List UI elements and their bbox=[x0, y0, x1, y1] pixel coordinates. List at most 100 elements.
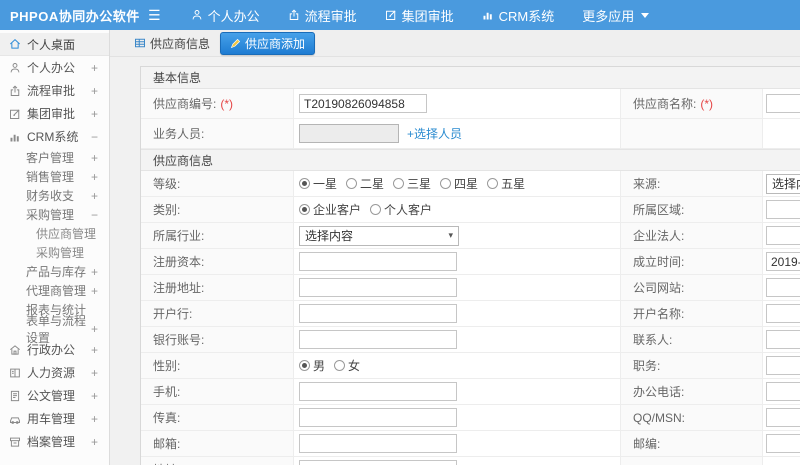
expand-icon[interactable]: + bbox=[91, 189, 109, 203]
field-label-text: 办公电话: bbox=[633, 385, 685, 399]
expand-icon[interactable]: + bbox=[91, 170, 109, 184]
sidebar-item-supplier-mgmt[interactable]: 供应商管理 bbox=[0, 224, 109, 243]
field-label-text: 企业法人: bbox=[633, 229, 685, 243]
field-supplier-code-input[interactable] bbox=[299, 94, 427, 113]
radio-level-option-2[interactable]: 三星 bbox=[393, 175, 431, 192]
field-company-website-input[interactable] bbox=[766, 278, 800, 297]
field-office-phone-input[interactable] bbox=[766, 382, 800, 401]
nav-item-more-apps[interactable]: 更多应用 bbox=[568, 0, 663, 30]
field-label-text: 公司网站: bbox=[633, 281, 685, 295]
sidebar-item-finance-io[interactable]: 财务收支 + bbox=[0, 186, 109, 205]
field-qq-msn-input[interactable] bbox=[766, 408, 800, 427]
radio-level-option-4[interactable]: 五星 bbox=[487, 175, 525, 192]
field-legal-person-label: 企业法人: bbox=[621, 223, 763, 248]
field-position-input[interactable] bbox=[766, 356, 800, 375]
sidebar-item-group-approval[interactable]: 集团审批 + bbox=[0, 102, 109, 125]
radio-category-option-0[interactable]: 企业客户 bbox=[299, 201, 361, 218]
edit-icon bbox=[385, 9, 397, 21]
field-value-cell bbox=[294, 275, 621, 300]
field-gender-label: 性别: bbox=[141, 353, 294, 378]
form-row: 供应商编号:(*)供应商名称:(*) bbox=[141, 89, 800, 119]
radio-level-option-0[interactable]: 一星 bbox=[299, 175, 337, 192]
home-icon bbox=[9, 38, 21, 50]
field-industry-select[interactable]: 选择内容 ▾ bbox=[299, 225, 459, 246]
collapse-icon[interactable]: − bbox=[91, 130, 109, 144]
radio-gender-option-0[interactable]: 男 bbox=[299, 357, 325, 374]
tab-supplier-add[interactable]: 供应商添加 bbox=[220, 31, 316, 55]
field-value-cell bbox=[763, 249, 800, 274]
expand-icon[interactable]: + bbox=[91, 84, 109, 98]
field-supplier-name-input[interactable] bbox=[766, 94, 800, 113]
radio-selected-icon bbox=[299, 178, 310, 189]
expand-icon[interactable]: + bbox=[91, 284, 109, 298]
radio-group-category: 企业客户 个人客户 bbox=[299, 201, 432, 218]
sidebar-item-admin-office[interactable]: 行政办公 + bbox=[0, 338, 109, 361]
field-region-input[interactable] bbox=[766, 200, 800, 219]
expand-icon[interactable]: + bbox=[91, 151, 109, 165]
field-bank-account-input[interactable] bbox=[299, 330, 457, 349]
field-value-cell bbox=[763, 119, 800, 148]
sidebar-item-workflow-approval[interactable]: 流程审批 + bbox=[0, 79, 109, 102]
radio-level-option-3[interactable]: 四星 bbox=[440, 175, 478, 192]
radio-category-option-1[interactable]: 个人客户 bbox=[370, 201, 432, 218]
nav-item-crm-system[interactable]: CRM系统 bbox=[468, 0, 569, 30]
sidebar-item-sales-mgmt[interactable]: 销售管理 + bbox=[0, 167, 109, 186]
sidebar-item-purchase-mgmt[interactable]: 采购管理 − bbox=[0, 205, 109, 224]
field-registered-capital-input[interactable] bbox=[299, 252, 457, 271]
field-empty-label bbox=[621, 457, 763, 465]
field-legal-person-input[interactable] bbox=[766, 226, 800, 245]
expand-icon[interactable]: + bbox=[91, 343, 109, 357]
sidebar-item-crm-system[interactable]: CRM系统 − bbox=[0, 125, 109, 148]
field-zip-code-input[interactable] bbox=[766, 434, 800, 453]
sidebar-item-document-mgmt[interactable]: 公文管理 + bbox=[0, 384, 109, 407]
flow-icon bbox=[288, 9, 300, 21]
field-address-input[interactable] bbox=[299, 460, 457, 465]
sidebar-item-personal-desktop[interactable]: 个人桌面 bbox=[0, 33, 109, 56]
flow-icon bbox=[9, 85, 21, 97]
hamburger-menu-icon[interactable]: ☰ bbox=[148, 0, 161, 30]
form-row: 业务人员: +选择人员 bbox=[141, 119, 800, 149]
sidebar-item-form-flow-settings[interactable]: 表单与流程设置 + bbox=[0, 314, 109, 345]
nav-label: 个人办公 bbox=[207, 8, 260, 24]
field-business-staff-input[interactable] bbox=[299, 124, 399, 143]
nav-item-personal-office[interactable]: 个人办公 bbox=[177, 0, 274, 30]
field-registered-address-input[interactable] bbox=[299, 278, 457, 297]
sidebar-item-personal-office[interactable]: 个人办公 + bbox=[0, 56, 109, 79]
sidebar-item-hr[interactable]: 人力资源 + bbox=[0, 361, 109, 384]
nav-item-group-approval[interactable]: 集团审批 bbox=[371, 0, 468, 30]
edit-icon bbox=[9, 108, 21, 120]
expand-icon[interactable]: + bbox=[91, 322, 109, 336]
radio-label: 男 bbox=[313, 359, 326, 373]
field-founded-date-input[interactable] bbox=[766, 252, 800, 271]
field-contact-person-input[interactable] bbox=[766, 330, 800, 349]
sidebar-item-purchase-mgmt-sub[interactable]: 采购管理 bbox=[0, 243, 109, 262]
radio-gender-option-1[interactable]: 女 bbox=[334, 357, 360, 374]
business-staff-picker-link[interactable]: +选择人员 bbox=[407, 125, 462, 142]
sidebar-item-customer-mgmt[interactable]: 客户管理 + bbox=[0, 148, 109, 167]
field-zip-code-label: 邮编: bbox=[621, 431, 763, 456]
expand-icon[interactable]: + bbox=[91, 107, 109, 121]
sidebar-item-vehicle-mgmt[interactable]: 用车管理 + bbox=[0, 407, 109, 430]
sidebar-item-label: 集团审批 bbox=[27, 107, 76, 121]
sidebar-item-archive-mgmt[interactable]: 档案管理 + bbox=[0, 430, 109, 453]
field-mobile-input[interactable] bbox=[299, 382, 457, 401]
expand-icon[interactable]: + bbox=[91, 265, 109, 279]
nav-item-workflow-approval[interactable]: 流程审批 bbox=[274, 0, 371, 30]
field-registered-capital-label: 注册资本: bbox=[141, 249, 294, 274]
field-source-select[interactable]: 选择内容▾ bbox=[766, 173, 800, 194]
tab-supplier-info[interactable]: 供应商信息 bbox=[134, 35, 210, 52]
field-fax-input[interactable] bbox=[299, 408, 457, 427]
expand-icon[interactable]: + bbox=[91, 389, 109, 403]
collapse-icon[interactable]: − bbox=[91, 208, 109, 222]
field-bank-branch-input[interactable] bbox=[299, 304, 457, 323]
radio-level-option-1[interactable]: 二星 bbox=[346, 175, 384, 192]
sidebar-item-product-inventory[interactable]: 产品与库存 + bbox=[0, 262, 109, 281]
sidebar-item-agent-mgmt[interactable]: 代理商管理 + bbox=[0, 281, 109, 300]
expand-icon[interactable]: + bbox=[91, 366, 109, 380]
form-row: 手机: 办公电话: bbox=[141, 379, 800, 405]
expand-icon[interactable]: + bbox=[91, 61, 109, 75]
field-email-input[interactable] bbox=[299, 434, 457, 453]
expand-icon[interactable]: + bbox=[91, 412, 109, 426]
field-account-name-input[interactable] bbox=[766, 304, 800, 323]
expand-icon[interactable]: + bbox=[91, 435, 109, 449]
